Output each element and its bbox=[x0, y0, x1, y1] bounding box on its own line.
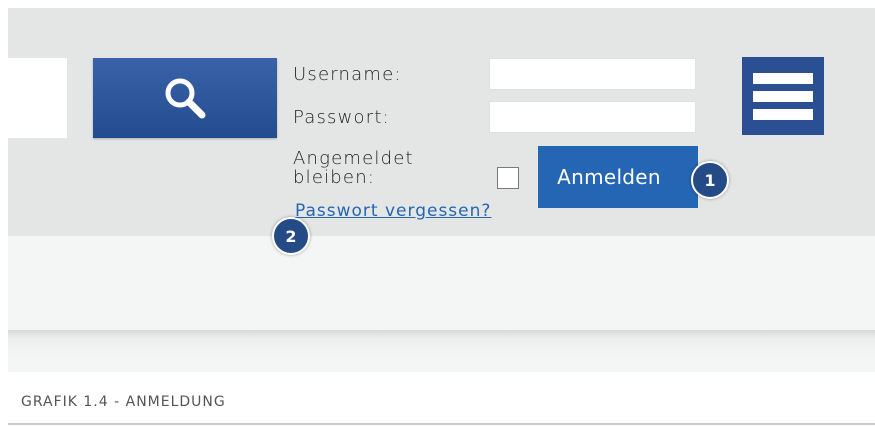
remember-me-label-line1: Angemeldet bbox=[293, 148, 414, 169]
login-header: Username: Passwort: Angemeldet bleiben: … bbox=[8, 8, 875, 255]
callout-badge-2: 2 bbox=[272, 217, 310, 255]
search-button[interactable] bbox=[93, 58, 277, 138]
hamburger-menu-icon-bar bbox=[753, 108, 813, 120]
remember-me-checkbox[interactable] bbox=[497, 167, 519, 189]
content-divider-shadow bbox=[8, 330, 875, 372]
forgot-password-link[interactable]: Passwort vergessen? bbox=[295, 201, 491, 221]
screenshot-frame: Username: Passwort: Angemeldet bleiben: … bbox=[8, 8, 875, 425]
search-input[interactable] bbox=[8, 58, 67, 138]
callout-badge-1: 1 bbox=[691, 161, 729, 199]
remember-me-label-line2: bleiben: bbox=[293, 167, 376, 188]
menu-button[interactable] bbox=[742, 57, 824, 135]
login-button[interactable]: Anmelden bbox=[538, 146, 698, 208]
username-field[interactable] bbox=[489, 58, 696, 90]
figure-caption: GRAFIK 1.4 - ANMELDUNG bbox=[21, 394, 226, 410]
password-label: Passwort: bbox=[293, 107, 390, 128]
caption-bar: GRAFIK 1.4 - ANMELDUNG bbox=[8, 372, 875, 423]
hamburger-menu-icon bbox=[753, 72, 813, 84]
password-field[interactable] bbox=[489, 101, 696, 133]
hamburger-menu-icon-bar bbox=[753, 90, 813, 102]
search-icon bbox=[165, 78, 206, 119]
remember-me-label: Angemeldet bleiben: bbox=[293, 149, 414, 187]
username-label: Username: bbox=[293, 64, 402, 85]
